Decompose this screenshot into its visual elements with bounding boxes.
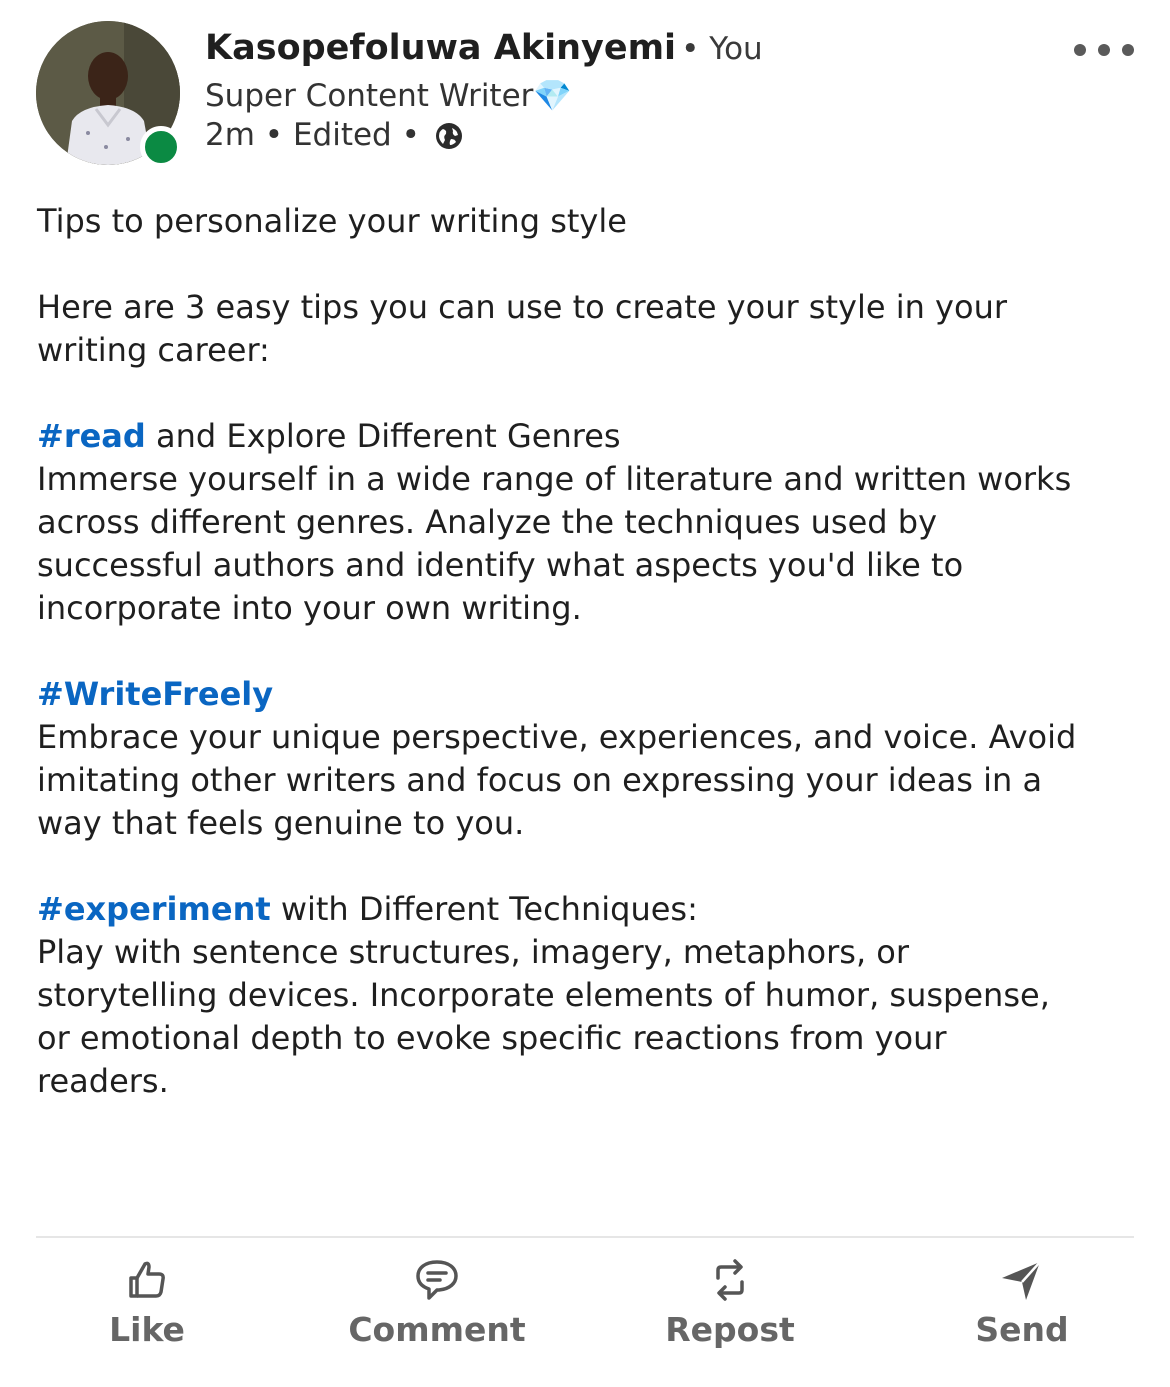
meta-separator: • [401,117,420,153]
globe-icon [434,121,464,159]
tip-line: readers. [37,1062,169,1100]
send-label: Send [975,1310,1069,1349]
dot-icon [1098,44,1110,56]
author-line: Kasopefoluwa Akinyemi • You [205,28,763,68]
tip-line: or emotional depth to evoke specific rea… [37,1019,947,1057]
tip-line: storytelling devices. Incorporate elemen… [37,976,1050,1014]
headline-text: Super Content Writer [205,78,534,114]
repost-button[interactable]: Repost [620,1250,840,1360]
tip-line: imitating other writers and focus on exp… [37,761,1043,799]
dot-icon [1122,44,1134,56]
meta-separator: • [264,117,284,153]
gem-emoji: 💎 [533,78,573,114]
tip-line: incorporate into your own writing. [37,589,582,627]
more-options-button[interactable] [1070,38,1136,64]
send-icon [1002,1261,1041,1300]
hashtag-read[interactable]: #read [37,417,146,455]
tip-line: Play with sentence structures, imagery, … [37,933,910,971]
online-status-dot [140,126,182,168]
tip-line: across different genres. Analyze the tec… [37,503,937,541]
like-label: Like [109,1310,185,1349]
tip-heading-text: and Explore Different Genres [145,417,621,455]
author-name[interactable]: Kasopefoluwa Akinyemi [205,28,676,68]
post-title: Tips to personalize your writing style [37,202,627,240]
tip-line: successful authors and identify what asp… [37,546,964,584]
post-time: 2m [205,117,255,153]
connection-degree: • You [681,31,763,67]
like-button[interactable]: Like [37,1250,257,1360]
send-button[interactable]: Send [912,1250,1132,1360]
hashtag-experiment[interactable]: #experiment [37,890,271,928]
tip-line: Immerse yourself in a wide range of lite… [37,460,1072,498]
comment-button[interactable]: Comment [327,1250,547,1360]
comment-icon [416,1260,458,1300]
social-actions-bar: Like Comment Repost Send [0,1250,1170,1370]
thumbs-up-icon [129,1261,165,1298]
repost-label: Repost [665,1310,795,1349]
tip-heading: #read and Explore Different Genres [37,415,1147,458]
post-intro-line: Here are 3 easy tips you can use to crea… [37,288,1007,326]
tip-heading: #WriteFreely [37,673,1147,716]
hashtag-writefreely[interactable]: #WriteFreely [37,675,273,713]
actions-divider [36,1236,1134,1238]
tip-heading: #experiment with Different Techniques: [37,888,1147,931]
post-body: Tips to personalize your writing style H… [37,200,1147,1103]
tip-line: Embrace your unique perspective, experie… [37,718,1077,756]
dot-icon [1074,44,1086,56]
repost-icon [716,1259,744,1301]
post-meta: 2m • Edited • [205,117,464,159]
post-intro-line: writing career: [37,331,270,369]
post-header: Kasopefoluwa Akinyemi • You Super Conten… [0,0,1170,180]
comment-label: Comment [348,1310,526,1349]
author-headline: Super Content Writer💎 [205,77,572,114]
tip-line: way that feels genuine to you. [37,804,525,842]
tip-heading-text: with Different Techniques: [270,890,698,928]
edited-label: Edited [292,117,392,153]
